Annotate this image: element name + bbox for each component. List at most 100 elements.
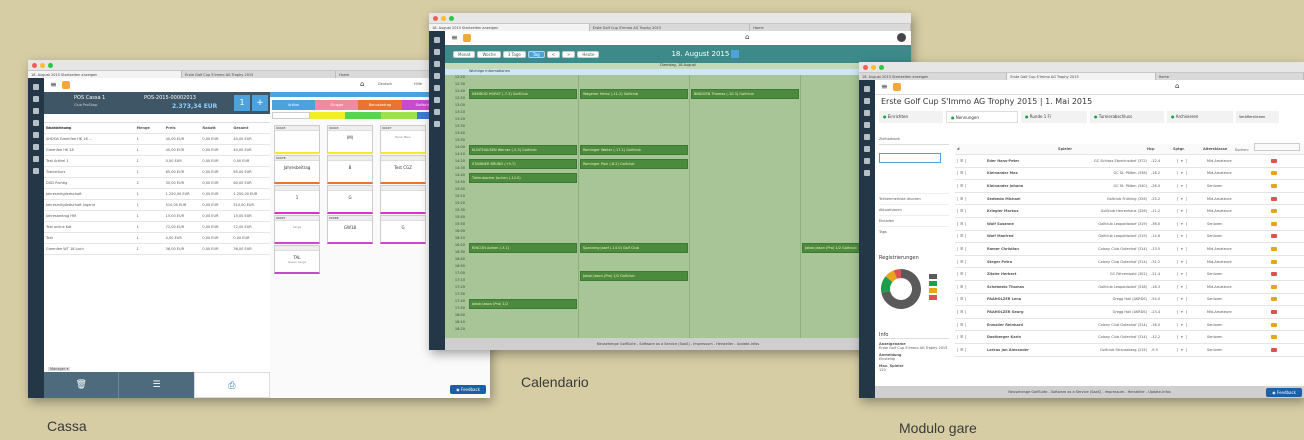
tee-time-booking[interactable]: Rominger Paul (-8.2) Golfclub: [580, 159, 688, 169]
filter-lime[interactable]: [381, 112, 417, 119]
tee-time-booking[interactable]: Jakob Jason (Pro) 1/2 Golfclub: [580, 271, 688, 281]
user-menu[interactable]: Manager ▾: [48, 367, 71, 371]
tag-icon[interactable]: [434, 109, 440, 115]
list-button[interactable]: ☰: [118, 372, 194, 398]
print-participants-button[interactable]: Teilnehmerliste drucken: [879, 194, 949, 205]
table-row[interactable]: Greenfee HK 18 1 40,00 EUR 0,00 EUR 40,00 EU…: [44, 145, 270, 156]
player-row[interactable]: ☰ Romer Christian Colony Club Gutenhof (31…: [955, 243, 1304, 256]
print-icon[interactable]: [33, 144, 39, 150]
view-3days-button[interactable]: 3 Tage: [502, 50, 526, 58]
zoom-icon[interactable]: [879, 64, 884, 70]
calendar-icon[interactable]: [33, 96, 39, 102]
table-row[interactable]: Test 1 0,00 EUR 0,00 EUR 0,00 EUR: [44, 233, 270, 244]
group-select[interactable]: ▾: [1175, 196, 1205, 201]
table-row[interactable]: Trainerkurs 1 65,00 EUR 0,00 EUR 65,00 EUR: [44, 167, 270, 178]
group-select[interactable]: ▾: [1175, 322, 1205, 327]
row-actions[interactable]: ☰: [955, 259, 985, 264]
group-select[interactable]: ▾: [1175, 158, 1205, 163]
search-icon[interactable]: [434, 37, 440, 43]
status-badge[interactable]: [1269, 196, 1279, 201]
trophy-icon[interactable]: [33, 120, 39, 126]
article-tile[interactable]: 00003 (M): [327, 125, 373, 154]
group-select[interactable]: ▾: [1175, 183, 1205, 188]
search-icon[interactable]: [33, 84, 39, 90]
tee-time-booking[interactable]: Tiefenbacher Jochen (-14.0): [469, 173, 577, 183]
status-badge[interactable]: [1269, 221, 1279, 226]
tee-time-booking[interactable]: Wagerler Heinz (-11.2) Golfclub: [580, 89, 688, 99]
print-button[interactable]: ⎙: [193, 372, 270, 398]
qty-display[interactable]: 1: [234, 95, 250, 111]
row-actions[interactable]: ☰: [955, 297, 985, 302]
row-actions[interactable]: ☰: [955, 272, 985, 277]
article-search[interactable]: Artikel finden: [44, 114, 270, 130]
group-select[interactable]: ▾: [1175, 272, 1205, 277]
step-turnierabschluss[interactable]: ● Turnierabschluss: [1090, 111, 1164, 123]
article-tile[interactable]: 1: [274, 185, 320, 214]
home-icon[interactable]: ⌂: [1175, 82, 1179, 90]
article-tile[interactable]: 00007 Large: [274, 215, 320, 244]
help-link[interactable]: Hilfe: [414, 82, 422, 86]
status-badge[interactable]: [1269, 272, 1279, 277]
row-actions[interactable]: ☰: [955, 322, 985, 327]
filter-yellow[interactable]: [309, 112, 346, 119]
tags-button[interactable]: Tags: [879, 227, 949, 237]
group-select[interactable]: ▾: [1175, 234, 1205, 239]
group-select[interactable]: ▾: [1175, 171, 1205, 176]
minimize-icon[interactable]: [40, 62, 45, 68]
step-nennungen[interactable]: ● Nennungen: [946, 111, 1018, 123]
group-select[interactable]: ▾: [1175, 221, 1205, 226]
invite-button[interactable]: Einladen: [879, 216, 949, 227]
row-actions[interactable]: ☰: [955, 347, 985, 352]
group-select[interactable]: ▾: [1175, 297, 1205, 302]
view-week-button[interactable]: Woche: [477, 50, 501, 58]
player-row[interactable]: ☰ Wolf Manfred Golfclub Leopoldsdorf (319)…: [955, 231, 1304, 244]
date-picker-icon[interactable]: [731, 50, 740, 58]
status-badge[interactable]: [1269, 322, 1279, 327]
article-tile[interactable]: 00078 Jahresbeitrag: [274, 155, 320, 184]
tab-gruppe[interactable]: Gruppe: [315, 100, 359, 110]
print-icon[interactable]: [434, 97, 440, 103]
menu-icon[interactable]: ≡: [50, 80, 57, 89]
status-badge[interactable]: [1269, 259, 1279, 264]
home-icon[interactable]: ⌂: [360, 80, 364, 88]
player-row[interactable]: ☰ Kleinander Johann GC St. Pölten (340) -26…: [955, 180, 1304, 193]
tee-time-booking[interactable]: Rominger Walter (-17.1) Golfclub: [580, 145, 688, 155]
row-actions[interactable]: ☰: [955, 171, 985, 176]
view-month-button[interactable]: Monat: [453, 50, 476, 58]
feedback-button[interactable]: ◉ Feedback: [1266, 388, 1302, 397]
group-select[interactable]: ▾: [1175, 309, 1205, 314]
article-tile[interactable]: TAL Green Large: [274, 245, 320, 274]
status-badge[interactable]: [1269, 297, 1279, 302]
table-row[interactable]: DGD Richtig 2 30,00 EUR 0,00 EUR 60,00 EUR: [44, 178, 270, 189]
player-row[interactable]: ☰ Eder Hans-Peter GC Schloss Ebreichsdorf …: [955, 155, 1304, 168]
article-tile[interactable]: G: [327, 185, 373, 214]
table-row[interactable]: Jahresbeitrag HM 1 15,00 EUR 0,00 EUR 15,00 …: [44, 211, 270, 222]
status-badge[interactable]: [1269, 158, 1279, 163]
group-select[interactable]: ▾: [1175, 347, 1205, 352]
tab-artikel[interactable]: Artikel: [272, 100, 316, 110]
close-icon[interactable]: [863, 64, 868, 70]
tee-time-booking[interactable]: Spanning Josef (-14.0) Golf Club: [580, 243, 688, 253]
status-badge[interactable]: [1269, 284, 1279, 289]
player-row[interactable]: ☰ Wolf Susanne Golfclub Leopoldsdorf (319)…: [955, 218, 1304, 231]
step-archivieren[interactable]: ● Archivieren: [1167, 111, 1233, 123]
status-badge[interactable]: [1269, 246, 1279, 251]
zoom-icon[interactable]: [48, 62, 53, 68]
language-select[interactable]: Deutsch: [378, 82, 392, 86]
group-select[interactable]: ▾: [1175, 284, 1205, 289]
article-tile[interactable]: 00068 GW18: [327, 215, 373, 244]
cart-icon[interactable]: [33, 132, 39, 138]
row-actions[interactable]: ☰: [955, 158, 985, 163]
table-row[interactable]: Test Artikel 1 1 0,00 EUR 0,00 EUR 0,00 EUR: [44, 156, 270, 167]
status-badge[interactable]: [1269, 234, 1279, 239]
calendar-icon[interactable]: [864, 98, 870, 104]
cart-icon[interactable]: [864, 134, 870, 140]
row-actions[interactable]: ☰: [955, 246, 985, 251]
row-actions[interactable]: ☰: [955, 284, 985, 289]
group-select[interactable]: ▾: [1175, 246, 1205, 251]
player-row[interactable]: ☰ PAAHOLZER Georg Gregg Hall (AKRDS) -23.4 ▾…: [955, 306, 1304, 319]
refresh-button[interactable]: Aktualisieren: [879, 205, 949, 216]
users-icon[interactable]: [434, 61, 440, 67]
tee-time-booking[interactable]: STAINNER BRUNO (+5.7): [469, 159, 577, 169]
search-icon[interactable]: [864, 86, 870, 92]
